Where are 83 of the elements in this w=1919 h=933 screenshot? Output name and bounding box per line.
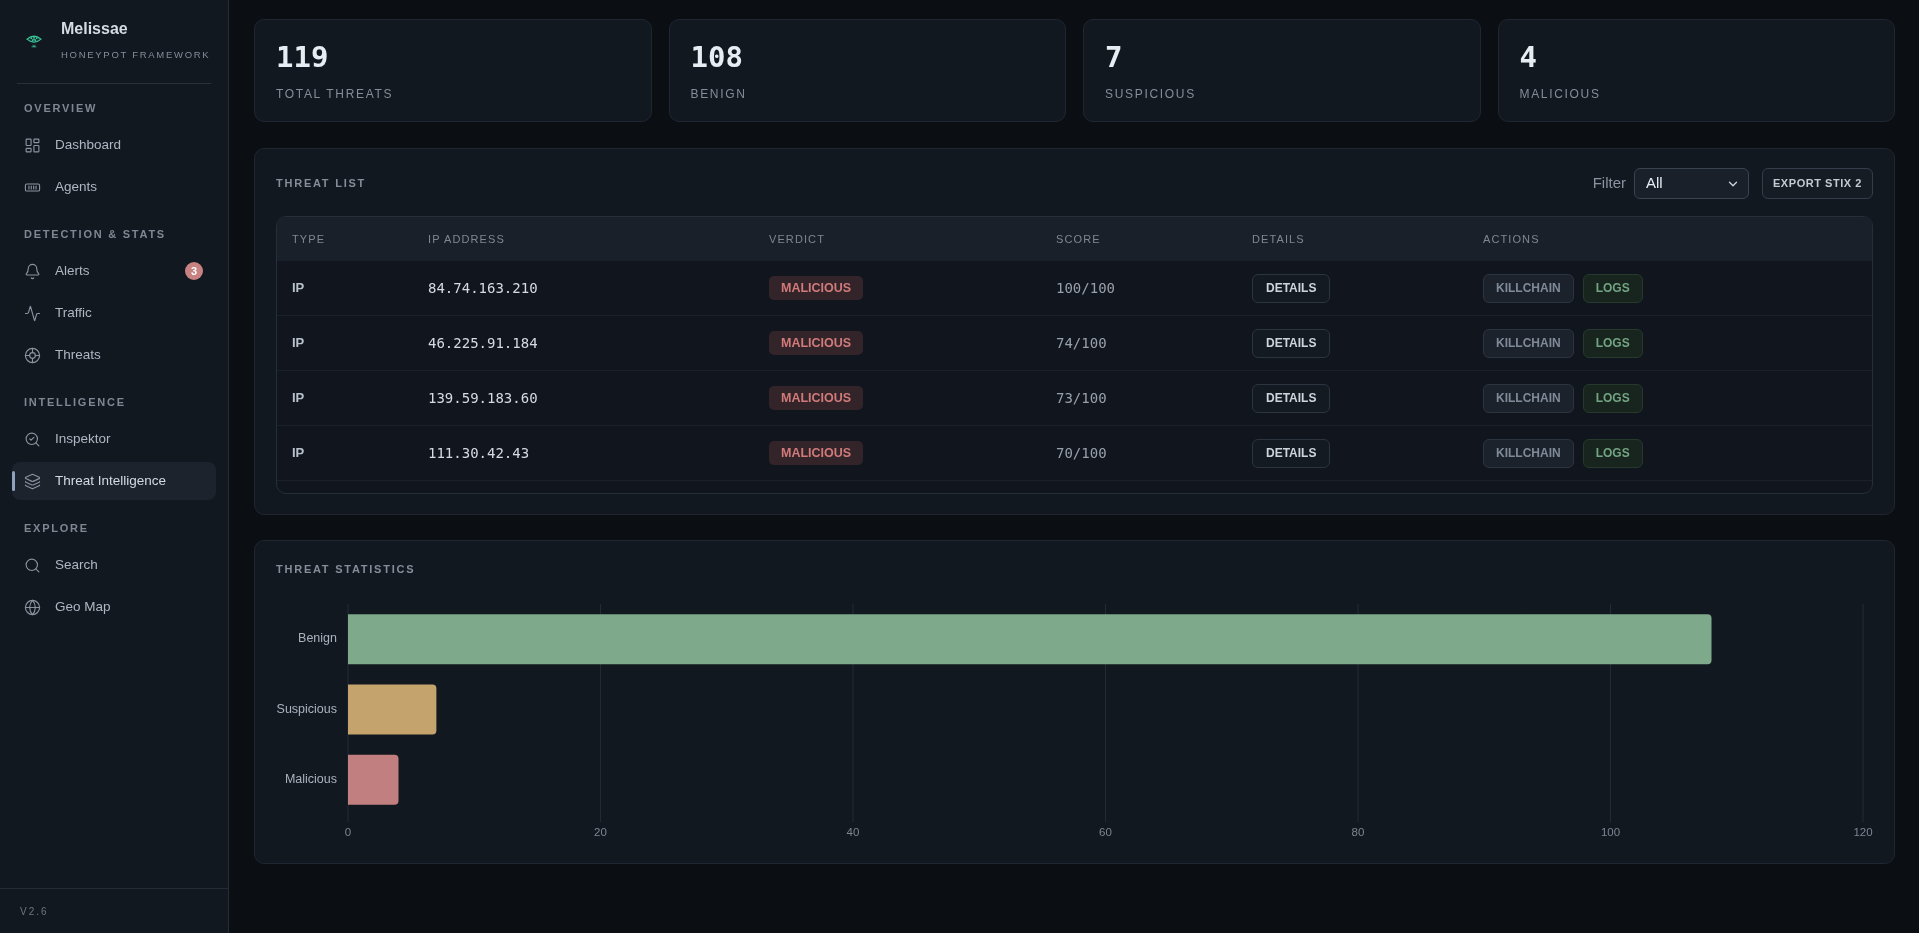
section-heading: INTELLIGENCE [23, 395, 127, 410]
details-button[interactable]: DETAILS [1252, 438, 1331, 468]
type-cell-text: IP [292, 444, 305, 463]
type-cell-text: IP [292, 279, 305, 298]
bell-icon [24, 262, 41, 280]
ip-address-cell-text: 111.30.42.43 [428, 443, 530, 463]
killchain-button[interactable]: KILLCHAIN [1483, 273, 1574, 303]
search-check-icon [24, 430, 41, 448]
details-button[interactable]: DETAILS [1252, 328, 1331, 358]
verdict-badge: MALICIOUS [769, 276, 864, 300]
nav-item[interactable]: Inspektor [12, 420, 216, 458]
logs-button[interactable]: LOGS [1582, 273, 1643, 303]
type-cell-text: IP [292, 334, 305, 353]
details-button[interactable]: DETAILS [1252, 383, 1331, 413]
stat-value: 7 [1105, 41, 1124, 73]
killchain-button[interactable]: KILLCHAIN [1483, 383, 1574, 413]
stat-label: SUSPICIOUS [1105, 86, 1197, 102]
score-cell-text: 74/100 [1056, 333, 1107, 353]
stat-label: BENIGN [690, 86, 748, 102]
nav-item[interactable]: Search [12, 546, 216, 584]
activity-icon [24, 304, 41, 322]
axis-tick-label: 120 [1853, 826, 1873, 839]
ip-address-cell-text: 139.59.183.60 [428, 388, 538, 408]
nav-item[interactable]: Geo Map [12, 588, 216, 626]
score-cell-text: 73/100 [1056, 388, 1107, 408]
grid-icon [24, 136, 41, 154]
search-icon [24, 556, 41, 574]
count-badge: 3 [185, 262, 203, 280]
nav-item[interactable]: Dashboard [12, 126, 216, 164]
stat-value: 4 [1519, 41, 1538, 73]
verdict-badge: MALICIOUS [769, 386, 864, 410]
ip-address-cell-text: 84.74.163.210 [428, 278, 538, 298]
nav-item[interactable]: Traffic [12, 294, 216, 332]
column-header: SCORE [1056, 231, 1101, 247]
killchain-button[interactable]: KILLCHAIN [1483, 328, 1574, 358]
category-label: Malicious [284, 772, 337, 787]
killchain-button[interactable]: KILLCHAIN [1483, 438, 1574, 468]
axis-tick-label: 60 [1099, 826, 1112, 839]
axis-tick-label: 0 [344, 826, 352, 839]
stat-label: MALICIOUS [1519, 86, 1602, 102]
column-header: IP ADDRESS [428, 231, 505, 247]
layers-icon [24, 472, 41, 490]
type-cell-text: IP [292, 389, 305, 408]
brand-title: Melissae [61, 19, 129, 39]
axis-tick-label: 80 [1351, 826, 1365, 839]
category-label: Benign [298, 631, 337, 646]
section-heading: EXPLORE [23, 521, 90, 536]
ip-address-cell-text: 46.225.91.184 [428, 333, 538, 353]
nav-item[interactable]: Threat Intelligence [12, 462, 216, 500]
brand-subtitle: HONEYPOT FRAMEWORK [61, 49, 211, 61]
category-label: Suspicious [276, 701, 337, 716]
active-indicator [12, 471, 15, 491]
column-header: VERDICT [769, 231, 825, 247]
column-header: DETAILS [1252, 231, 1305, 247]
axis-tick-label: 20 [594, 826, 607, 839]
details-button[interactable]: DETAILS [1252, 273, 1331, 303]
nav-item[interactable]: Alerts 3 [12, 252, 216, 290]
version-label: V2.6 [20, 904, 49, 919]
filter-label: Filter [1592, 173, 1626, 194]
stat-value: 108 [690, 41, 744, 73]
column-header: ACTIONS [1483, 231, 1540, 247]
export-button[interactable]: EXPORT STIX 2 [1762, 168, 1873, 199]
section-heading: DETECTION & STATS [23, 227, 167, 242]
panel-title: THREAT STATISTICS [276, 562, 417, 577]
logs-button[interactable]: LOGS [1582, 438, 1643, 468]
panel-title: THREAT LIST [276, 176, 367, 192]
nav-item[interactable]: Threats [12, 336, 216, 374]
axis-tick-label: 40 [846, 826, 860, 839]
verdict-badge: MALICIOUS [769, 441, 864, 465]
globe-icon [24, 598, 41, 616]
score-cell-text: 70/100 [1056, 443, 1107, 463]
logs-button[interactable]: LOGS [1582, 328, 1643, 358]
logs-button[interactable]: LOGS [1582, 383, 1643, 413]
axis-tick-label: 100 [1600, 826, 1621, 839]
filter-select[interactable]: All [1634, 168, 1749, 199]
column-header: TYPE [292, 231, 326, 247]
section-heading: OVERVIEW [23, 101, 99, 116]
verdict-badge: MALICIOUS [769, 331, 864, 355]
crosshair-icon [24, 346, 41, 364]
stat-value: 119 [276, 41, 330, 73]
score-cell-text: 100/100 [1056, 278, 1115, 298]
stat-label: TOTAL THREATS [276, 86, 395, 102]
nav-item[interactable]: Agents [12, 168, 216, 206]
